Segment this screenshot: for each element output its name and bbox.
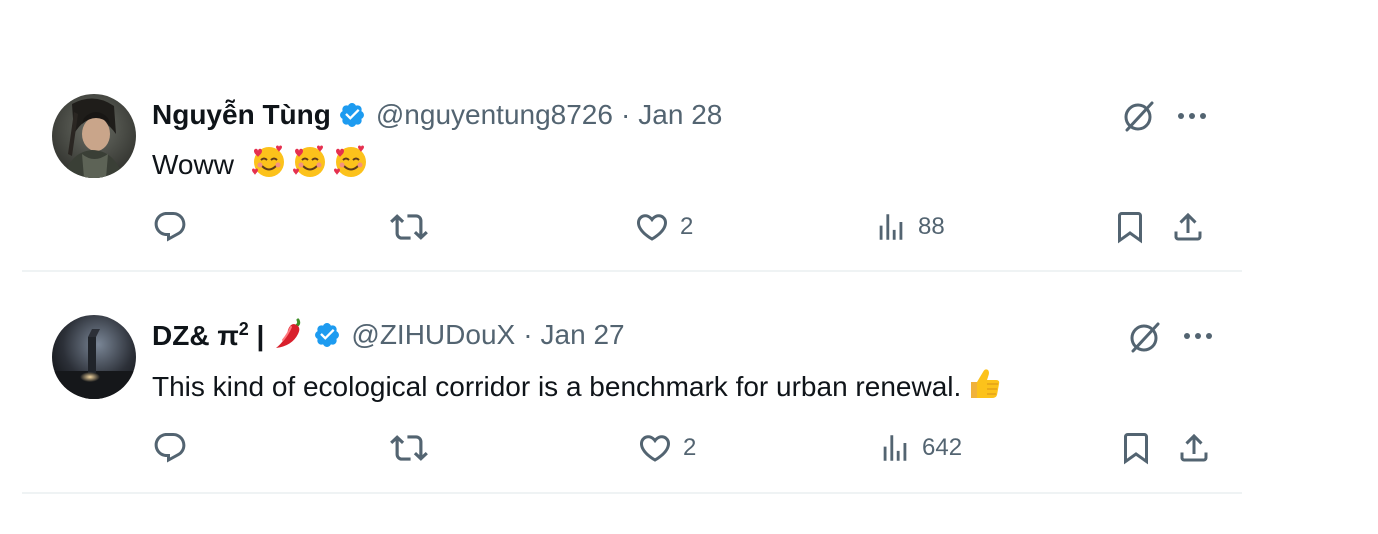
avatar-image — [52, 94, 136, 178]
reply-button[interactable] — [152, 428, 198, 468]
reply-feed: Nguyễn Tùng @nguyentung8726 · Jan 28 Wow… — [22, 0, 1242, 534]
share-icon — [1180, 433, 1208, 462]
repost-button[interactable] — [390, 428, 438, 468]
user-handle[interactable]: @nguyentung8726 — [376, 97, 613, 133]
views-count: 88 — [918, 213, 945, 240]
tweet-date[interactable]: Jan 27 — [541, 317, 625, 353]
user-handle[interactable]: @ZIHUDouX — [351, 317, 515, 353]
tweet-text: Woww — [152, 142, 370, 183]
avatar[interactable] — [52, 94, 136, 178]
display-name-suffix: | — [248, 320, 265, 351]
reply-icon — [154, 212, 186, 242]
like-button[interactable]: 2 — [634, 207, 693, 247]
tweet-actions: 2 642 — [152, 428, 1232, 468]
views-chart-icon — [879, 214, 903, 240]
separator-dot: · — [620, 99, 631, 130]
display-name[interactable]: DZ& π2 | — [152, 316, 306, 354]
smiling-face-with-hearts-emoji — [250, 142, 288, 180]
views-count: 642 — [922, 434, 963, 461]
display-name[interactable]: Nguyễn Tùng — [152, 97, 331, 133]
tweet[interactable]: DZ& π2 | @ZIHUDouX · Jan 27 This kind of… — [22, 272, 1242, 494]
tweet[interactable]: Nguyễn Tùng @nguyentung8726 · Jan 28 Wow… — [22, 0, 1242, 272]
display-name-superscript: 2 — [238, 319, 249, 339]
heart-icon — [639, 435, 671, 462]
views-button[interactable]: 642 — [878, 428, 962, 468]
repost-button[interactable] — [390, 207, 438, 247]
heart-icon — [636, 214, 668, 241]
grok-icon[interactable] — [1125, 317, 1165, 357]
like-count: 2 — [680, 213, 694, 240]
smiling-face-with-hearts-emoji — [291, 142, 329, 180]
repost-icon — [390, 435, 428, 461]
more-options-icon[interactable] — [1172, 96, 1212, 136]
views-button[interactable]: 88 — [874, 207, 945, 247]
bookmark-icon — [1124, 433, 1148, 465]
tweet-divider — [22, 492, 1242, 494]
reply-button[interactable] — [152, 207, 198, 247]
grok-icon[interactable] — [1119, 96, 1159, 136]
smiling-face-with-hearts-emoji — [332, 142, 370, 180]
tweet-date[interactable]: Jan 28 — [638, 97, 722, 133]
views-chart-icon — [883, 435, 907, 461]
display-name-prefix: DZ& π — [152, 320, 239, 351]
verified-badge-icon — [313, 321, 341, 349]
bookmark-icon — [1118, 212, 1142, 244]
avatar-image — [52, 315, 136, 399]
tweet-actions: 2 88 — [152, 207, 1232, 247]
tweet-header: Nguyễn Tùng @nguyentung8726 · Jan 28 — [152, 97, 722, 133]
tweet-text-content: Woww — [152, 149, 234, 180]
share-button[interactable] — [1170, 207, 1206, 247]
share-button[interactable] — [1176, 428, 1212, 468]
verified-badge-icon — [338, 101, 366, 129]
repost-icon — [390, 214, 428, 240]
separator-dot: · — [523, 319, 533, 350]
tweet-text-content: This kind of ecological corridor is a be… — [152, 371, 962, 402]
avatar[interactable] — [52, 315, 136, 399]
reply-icon — [154, 433, 186, 463]
bookmark-button[interactable] — [1118, 428, 1154, 468]
more-options-icon[interactable] — [1178, 316, 1218, 356]
bookmark-button[interactable] — [1112, 207, 1148, 247]
tweet-text: This kind of ecological corridor is a be… — [152, 364, 1003, 405]
like-button[interactable]: 2 — [637, 428, 696, 468]
thumbs-up-emoji — [965, 364, 1003, 402]
share-icon — [1174, 212, 1202, 241]
hot-pepper-emoji — [272, 316, 306, 350]
like-count: 2 — [683, 434, 697, 461]
tweet-header: DZ& π2 | @ZIHUDouX · Jan 27 — [152, 317, 625, 353]
